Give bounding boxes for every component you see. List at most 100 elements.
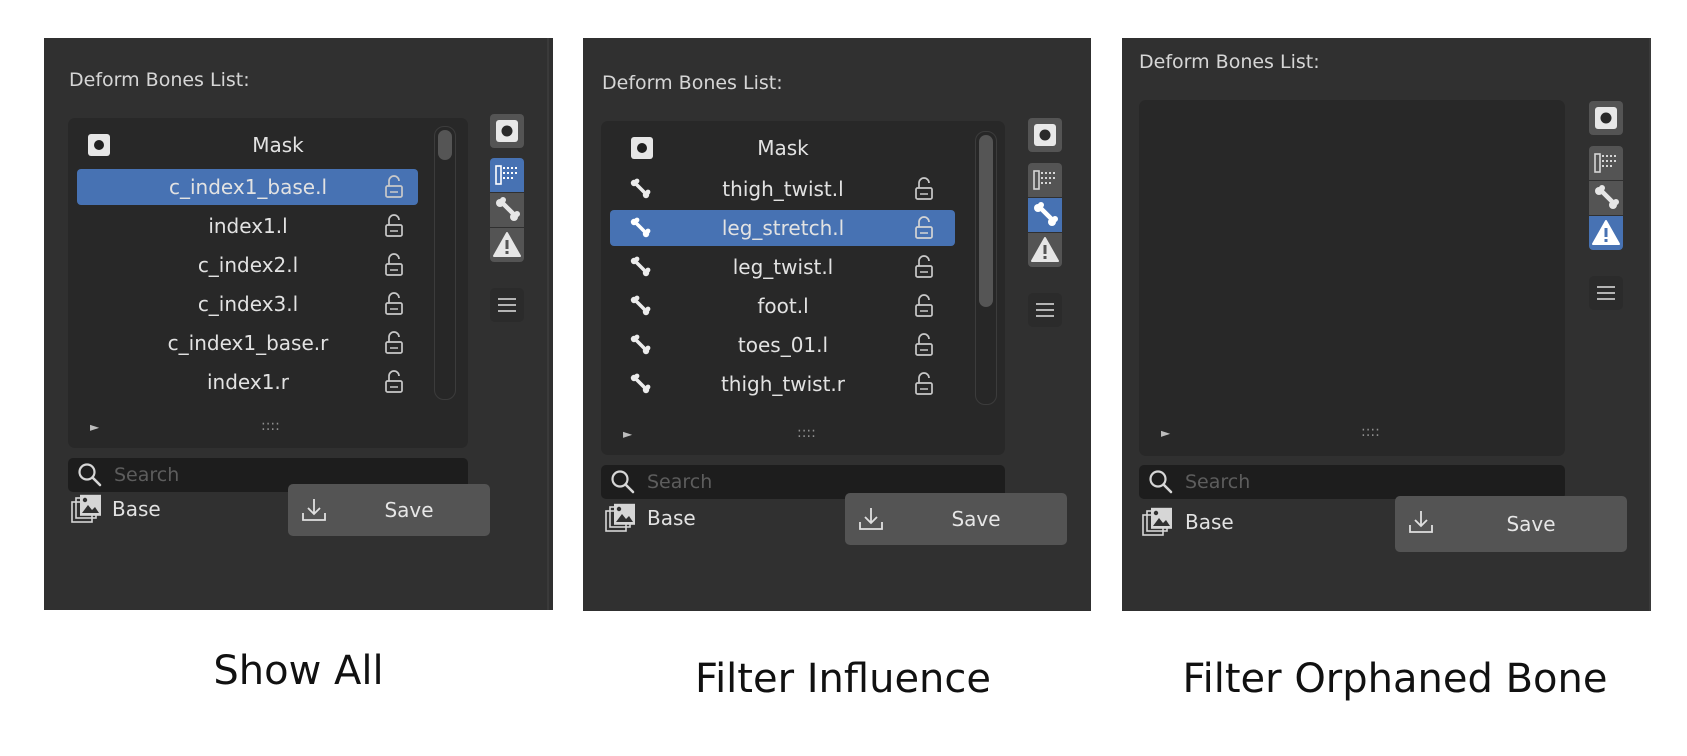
search-icon bbox=[1149, 470, 1173, 494]
panel-heading: Deform Bones List: bbox=[1139, 51, 1320, 73]
warning-icon bbox=[493, 232, 521, 257]
scroll-thumb[interactable] bbox=[438, 130, 452, 160]
bone-name: foot.l bbox=[757, 294, 809, 318]
list-item[interactable]: Mask bbox=[601, 130, 1005, 166]
base-label: Base bbox=[1185, 510, 1234, 534]
lock-icon[interactable] bbox=[913, 216, 935, 240]
mask-filter-button[interactable] bbox=[490, 114, 524, 148]
bone-name: leg_stretch.l bbox=[721, 216, 845, 240]
warning-icon bbox=[1592, 220, 1620, 245]
search-field[interactable] bbox=[1139, 465, 1565, 499]
image-stack-icon bbox=[605, 503, 635, 532]
scroll-thumb[interactable] bbox=[979, 135, 993, 307]
image-stack-icon bbox=[71, 494, 101, 523]
list-scrollbar[interactable] bbox=[975, 131, 997, 405]
list-item[interactable]: toes_01.l bbox=[601, 327, 1005, 363]
orphaned-filter-button[interactable] bbox=[1589, 216, 1623, 250]
resize-grip-icon[interactable]: :::: bbox=[1361, 424, 1380, 440]
list-item[interactable]: thigh_twist.r bbox=[601, 366, 1005, 402]
bone-name: thigh_twist.r bbox=[720, 372, 846, 396]
disclosure-triangle-icon[interactable]: ► bbox=[623, 427, 632, 441]
search-icon bbox=[611, 470, 635, 494]
panel-edge bbox=[1649, 38, 1651, 611]
list-item[interactable]: index1.r bbox=[68, 364, 468, 400]
hamburger-menu-icon bbox=[498, 298, 516, 312]
save-button[interactable]: Save bbox=[288, 484, 490, 536]
mask-filter-icon bbox=[1034, 124, 1056, 146]
list-item[interactable]: thigh_twist.l bbox=[601, 171, 1005, 207]
list-item-selected[interactable]: leg_stretch.l bbox=[601, 210, 1005, 246]
panel-caption: Filter Orphaned Bone bbox=[1182, 656, 1608, 702]
base-label: Base bbox=[112, 497, 161, 521]
list-menu-button[interactable] bbox=[1028, 293, 1062, 327]
hamburger-menu-icon bbox=[1036, 303, 1054, 317]
show-all-filter-button[interactable] bbox=[1589, 146, 1623, 180]
lock-icon[interactable] bbox=[383, 370, 405, 394]
bone-name: toes_01.l bbox=[737, 333, 829, 357]
influence-filter-button[interactable] bbox=[1028, 198, 1062, 232]
influence-filter-button[interactable] bbox=[490, 193, 524, 227]
list-menu-button[interactable] bbox=[490, 288, 524, 322]
list-item[interactable]: Mask bbox=[68, 127, 468, 163]
search-input[interactable] bbox=[1185, 465, 1484, 499]
disclosure-triangle-icon[interactable]: ► bbox=[90, 420, 99, 434]
panel-heading: Deform Bones List: bbox=[69, 69, 250, 91]
show-all-list-icon bbox=[1594, 153, 1616, 173]
panel-filter-orphaned: Deform Bones List: ► :::: Base Save bbox=[1122, 38, 1651, 611]
orphaned-filter-button[interactable] bbox=[490, 228, 524, 262]
lock-icon[interactable] bbox=[913, 372, 935, 396]
lock-icon[interactable] bbox=[383, 175, 405, 199]
bone-filter-icon bbox=[496, 197, 520, 221]
influence-filter-button[interactable] bbox=[1589, 181, 1623, 215]
lock-icon[interactable] bbox=[913, 333, 935, 357]
list-menu-button[interactable] bbox=[1589, 276, 1623, 310]
list-scrollbar[interactable] bbox=[434, 126, 456, 400]
lock-icon[interactable] bbox=[383, 292, 405, 316]
panel-caption: Filter Influence bbox=[694, 656, 992, 702]
image-stack-icon bbox=[1142, 507, 1172, 536]
mask-filter-icon bbox=[496, 120, 518, 142]
list-item[interactable]: c_index2.l bbox=[68, 247, 468, 283]
lock-icon[interactable] bbox=[383, 331, 405, 355]
list-item[interactable]: c_index3.l bbox=[68, 286, 468, 322]
resize-grip-icon[interactable]: :::: bbox=[261, 418, 280, 434]
panel-filter-influence: Deform Bones List: Mask thigh_twist.l le… bbox=[583, 38, 1091, 611]
panel-caption: Show All bbox=[213, 648, 384, 694]
show-all-list-icon bbox=[1033, 170, 1055, 190]
bone-name: Mask bbox=[252, 133, 304, 157]
show-all-filter-button[interactable] bbox=[490, 158, 524, 192]
list-item[interactable]: c_index1_base.r bbox=[68, 325, 468, 361]
list-item[interactable]: foot.l bbox=[601, 288, 1005, 324]
save-label: Save bbox=[1506, 512, 1556, 536]
bone-name: Mask bbox=[757, 136, 809, 160]
list-item-selected[interactable]: c_index1_base.l bbox=[68, 169, 468, 205]
save-button[interactable]: Save bbox=[1395, 496, 1627, 552]
disclosure-triangle-icon[interactable]: ► bbox=[1161, 426, 1170, 440]
lock-icon[interactable] bbox=[913, 255, 935, 279]
bone-name: thigh_twist.l bbox=[722, 177, 844, 201]
resize-grip-icon[interactable]: :::: bbox=[797, 425, 816, 441]
mask-filter-icon bbox=[1595, 107, 1617, 129]
lock-icon[interactable] bbox=[383, 214, 405, 238]
download-arrow-icon bbox=[1409, 511, 1433, 533]
show-all-filter-button[interactable] bbox=[1028, 163, 1062, 197]
bone-list[interactable]: Mask thigh_twist.l leg_stretch.l leg_twi… bbox=[601, 121, 1005, 455]
panel-heading: Deform Bones List: bbox=[602, 72, 783, 94]
bone-list[interactable]: ► :::: bbox=[1139, 100, 1565, 456]
download-arrow-icon bbox=[859, 508, 883, 530]
orphaned-filter-button[interactable] bbox=[1028, 233, 1062, 267]
list-item[interactable]: index1.l bbox=[68, 208, 468, 244]
mask-filter-button[interactable] bbox=[1028, 118, 1062, 152]
bone-list[interactable]: Mask c_index1_base.l index1.l c_index2.l… bbox=[68, 118, 468, 448]
hamburger-menu-icon bbox=[1597, 286, 1615, 300]
show-all-list-icon bbox=[495, 165, 517, 185]
lock-icon[interactable] bbox=[913, 177, 935, 201]
lock-icon[interactable] bbox=[913, 294, 935, 318]
list-item[interactable]: leg_twist.l bbox=[601, 249, 1005, 285]
bone-filter-icon bbox=[1034, 202, 1058, 226]
save-button[interactable]: Save bbox=[845, 493, 1067, 545]
search-icon bbox=[78, 463, 102, 487]
mask-filter-button[interactable] bbox=[1589, 101, 1623, 135]
lock-icon[interactable] bbox=[383, 253, 405, 277]
base-label: Base bbox=[647, 506, 696, 530]
